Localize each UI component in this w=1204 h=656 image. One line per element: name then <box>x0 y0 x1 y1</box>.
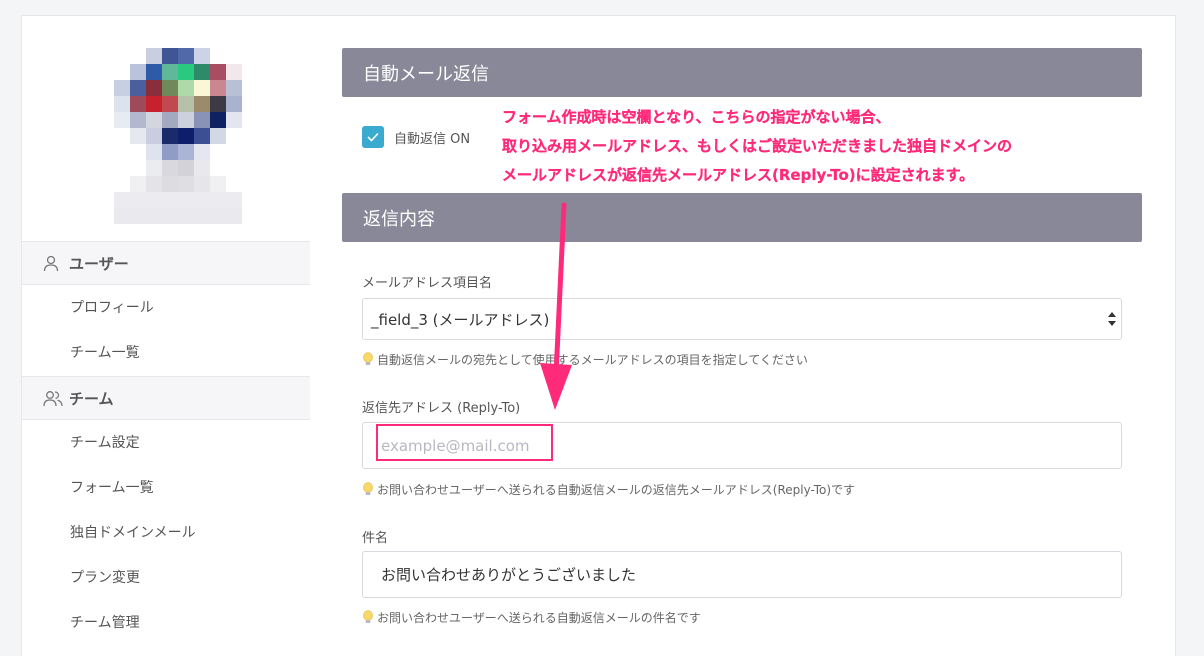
lightbulb-icon <box>363 610 373 623</box>
sidebar-group-user: ユーザー <box>22 241 310 285</box>
sidebar-item-team-management[interactable]: チーム管理 <box>70 613 140 633</box>
sidebar-item-plan-change[interactable]: プラン変更 <box>70 568 140 588</box>
email-field-value: _field_3 (メールアドレス) <box>371 310 550 329</box>
sidebar-item-custom-domain-mail[interactable]: 独自ドメインメール <box>70 523 196 543</box>
subject-label: 件名 <box>362 531 389 546</box>
annotation-line: 取り込み用メールアドレス、もしくはご設定いただきました独自ドメインの <box>502 137 1013 155</box>
avatar <box>98 48 242 228</box>
annotation-note: フォーム作成時は空欄となり、こちらの指定がない場合、 取り込み用メールアドレス、… <box>502 103 1142 190</box>
email-field-label: メールアドレス項目名 <box>362 276 493 291</box>
sidebar-group-label: チーム <box>69 389 114 408</box>
section-reply-content: 返信内容 <box>342 193 1142 242</box>
reply-to-hint: お問い合わせユーザーへ送られる自動返信メールの返信先メールアドレス(Reply-… <box>362 481 855 498</box>
auto-reply-toggle[interactable]: 自動返信 ON <box>362 126 470 148</box>
check-icon <box>367 132 379 142</box>
hint-text: 自動返信メールの宛先として使用するメールアドレスの項目を指定してください <box>377 353 808 367</box>
sidebar: ユーザー プロフィール チーム一覧 チーム チーム設定 フォーム一覧 独自ドメイ… <box>21 15 311 656</box>
sidebar-group-team: チーム <box>22 376 310 420</box>
section-auto-mail-reply: 自動メール返信 <box>342 48 1142 97</box>
reply-to-label: 返信先アドレス (Reply-To) <box>362 401 521 416</box>
annotation-line: メールアドレスが返信先メールアドレス(Reply-To)に設定されます。 <box>502 166 975 184</box>
email-field-hint: 自動返信メールの宛先として使用するメールアドレスの項目を指定してください <box>362 351 808 368</box>
sidebar-group-label: ユーザー <box>69 254 129 273</box>
sidebar-item-form-list[interactable]: フォーム一覧 <box>70 478 154 498</box>
auto-reply-label: 自動返信 ON <box>394 131 471 147</box>
hint-text: お問い合わせユーザーへ送られる自動返信メールの返信先メールアドレス(Reply-… <box>377 483 856 497</box>
users-icon <box>43 388 63 408</box>
select-arrows-icon <box>1108 312 1116 326</box>
section-title: 自動メール返信 <box>363 63 489 85</box>
sidebar-item-team-list[interactable]: チーム一覧 <box>70 343 140 363</box>
user-icon <box>43 253 63 273</box>
annotation-line: フォーム作成時は空欄となり、こちらの指定がない場合、 <box>502 108 891 126</box>
subject-hint: お問い合わせユーザーへ送られる自動返信メールの件名です <box>362 609 701 626</box>
sidebar-item-team-settings[interactable]: チーム設定 <box>70 433 140 453</box>
section-title: 返信内容 <box>363 208 435 230</box>
lightbulb-icon <box>363 482 373 495</box>
subject-input[interactable] <box>362 551 1122 598</box>
sidebar-item-profile[interactable]: プロフィール <box>70 298 154 318</box>
hint-text: お問い合わせユーザーへ送られる自動返信メールの件名です <box>377 611 701 625</box>
auto-reply-checkbox[interactable] <box>362 126 384 148</box>
reply-to-input[interactable] <box>362 422 1122 469</box>
lightbulb-icon <box>363 352 373 365</box>
email-field-select[interactable]: _field_3 (メールアドレス) <box>362 298 1122 340</box>
